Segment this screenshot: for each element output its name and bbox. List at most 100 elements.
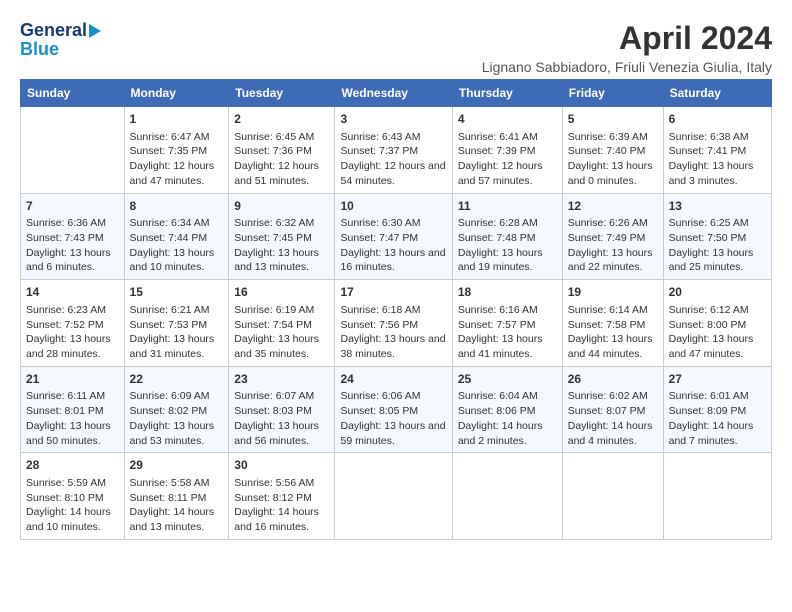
daylight: Daylight: 13 hours and 44 minutes. — [568, 333, 653, 360]
day-number: 23 — [234, 371, 329, 388]
daylight: Daylight: 13 hours and 38 minutes. — [340, 333, 445, 360]
sunset: Sunset: 7:41 PM — [669, 145, 747, 157]
sunrise: Sunrise: 6:47 AM — [130, 131, 210, 143]
daylight: Daylight: 13 hours and 0 minutes. — [568, 160, 653, 187]
title-section: April 2024 Lignano Sabbiadoro, Friuli Ve… — [482, 20, 772, 75]
calendar-cell: 4Sunrise: 6:41 AMSunset: 7:39 PMDaylight… — [452, 107, 562, 194]
day-number: 1 — [130, 111, 224, 128]
day-number: 17 — [340, 284, 446, 301]
day-number: 6 — [669, 111, 766, 128]
daylight: Daylight: 13 hours and 41 minutes. — [458, 333, 543, 360]
calendar-cell: 16Sunrise: 6:19 AMSunset: 7:54 PMDayligh… — [229, 280, 335, 367]
sunset: Sunset: 7:47 PM — [340, 232, 418, 244]
day-number: 27 — [669, 371, 766, 388]
sunrise: Sunrise: 6:25 AM — [669, 217, 749, 229]
sunrise: Sunrise: 6:30 AM — [340, 217, 420, 229]
daylight: Daylight: 13 hours and 53 minutes. — [130, 420, 215, 447]
day-number: 19 — [568, 284, 658, 301]
calendar-cell: 22Sunrise: 6:09 AMSunset: 8:02 PMDayligh… — [124, 366, 229, 453]
daylight: Daylight: 13 hours and 16 minutes. — [340, 247, 445, 274]
calendar-cell: 25Sunrise: 6:04 AMSunset: 8:06 PMDayligh… — [452, 366, 562, 453]
sunset: Sunset: 8:10 PM — [26, 492, 104, 504]
calendar-cell: 3Sunrise: 6:43 AMSunset: 7:37 PMDaylight… — [335, 107, 452, 194]
day-number: 26 — [568, 371, 658, 388]
col-sunday: Sunday — [21, 80, 125, 107]
sunset: Sunset: 7:36 PM — [234, 145, 312, 157]
sunrise: Sunrise: 6:14 AM — [568, 304, 648, 316]
daylight: Daylight: 14 hours and 16 minutes. — [234, 506, 319, 533]
day-number: 5 — [568, 111, 658, 128]
sunrise: Sunrise: 5:56 AM — [234, 477, 314, 489]
calendar-cell: 2Sunrise: 6:45 AMSunset: 7:36 PMDaylight… — [229, 107, 335, 194]
col-monday: Monday — [124, 80, 229, 107]
calendar-week-1: 1Sunrise: 6:47 AMSunset: 7:35 PMDaylight… — [21, 107, 772, 194]
sunrise: Sunrise: 6:36 AM — [26, 217, 106, 229]
logo-blue: Blue — [20, 39, 59, 60]
sunrise: Sunrise: 6:07 AM — [234, 390, 314, 402]
calendar-week-5: 28Sunrise: 5:59 AMSunset: 8:10 PMDayligh… — [21, 453, 772, 540]
daylight: Daylight: 13 hours and 25 minutes. — [669, 247, 754, 274]
sunrise: Sunrise: 5:59 AM — [26, 477, 106, 489]
daylight: Daylight: 13 hours and 28 minutes. — [26, 333, 111, 360]
page-header: General Blue April 2024 Lignano Sabbiado… — [20, 20, 772, 75]
calendar-cell: 14Sunrise: 6:23 AMSunset: 7:52 PMDayligh… — [21, 280, 125, 367]
sunset: Sunset: 7:48 PM — [458, 232, 536, 244]
col-tuesday: Tuesday — [229, 80, 335, 107]
sunset: Sunset: 8:02 PM — [130, 405, 208, 417]
sunrise: Sunrise: 6:32 AM — [234, 217, 314, 229]
daylight: Daylight: 13 hours and 3 minutes. — [669, 160, 754, 187]
daylight: Daylight: 13 hours and 10 minutes. — [130, 247, 215, 274]
daylight: Daylight: 13 hours and 31 minutes. — [130, 333, 215, 360]
col-thursday: Thursday — [452, 80, 562, 107]
daylight: Daylight: 13 hours and 50 minutes. — [26, 420, 111, 447]
daylight: Daylight: 14 hours and 2 minutes. — [458, 420, 543, 447]
calendar-cell: 10 Sunrise: 6:30 AM Sunset: 7:47 PM Dayligh… — [335, 193, 452, 280]
sunrise: Sunrise: 6:43 AM — [340, 131, 420, 143]
sunrise: Sunrise: 6:12 AM — [669, 304, 749, 316]
daylight: Daylight: 13 hours and 35 minutes. — [234, 333, 319, 360]
day-number: 10 — [340, 198, 446, 215]
day-number: 9 — [234, 198, 329, 215]
sunset: Sunset: 8:11 PM — [130, 492, 207, 504]
daylight: Daylight: 13 hours and 19 minutes. — [458, 247, 543, 274]
day-number: 24 — [340, 371, 446, 388]
sunset: Sunset: 7:54 PM — [234, 319, 312, 331]
daylight: Daylight: 13 hours and 13 minutes. — [234, 247, 319, 274]
logo-general: General — [20, 20, 87, 41]
calendar-cell: 24Sunrise: 6:06 AMSunset: 8:05 PMDayligh… — [335, 366, 452, 453]
sunset: Sunset: 7:56 PM — [340, 319, 418, 331]
col-friday: Friday — [562, 80, 663, 107]
calendar-cell — [21, 107, 125, 194]
calendar-cell — [562, 453, 663, 540]
calendar-cell: 11Sunrise: 6:28 AMSunset: 7:48 PMDayligh… — [452, 193, 562, 280]
calendar-cell: 18Sunrise: 6:16 AMSunset: 7:57 PMDayligh… — [452, 280, 562, 367]
logo-line1: General — [20, 20, 101, 41]
day-number: 4 — [458, 111, 557, 128]
sunset: Sunset: 7:50 PM — [669, 232, 747, 244]
calendar-cell: 28Sunrise: 5:59 AMSunset: 8:10 PMDayligh… — [21, 453, 125, 540]
sunset: Sunset: 8:01 PM — [26, 405, 104, 417]
col-saturday: Saturday — [663, 80, 771, 107]
sunset: Sunset: 7:37 PM — [340, 145, 418, 157]
day-number: 18 — [458, 284, 557, 301]
calendar-cell: 27Sunrise: 6:01 AMSunset: 8:09 PMDayligh… — [663, 366, 771, 453]
calendar-cell: 12Sunrise: 6:26 AMSunset: 7:49 PMDayligh… — [562, 193, 663, 280]
sunset: Sunset: 7:53 PM — [130, 319, 208, 331]
logo-arrow-icon — [89, 24, 101, 38]
calendar-cell: 21Sunrise: 6:11 AMSunset: 8:01 PMDayligh… — [21, 366, 125, 453]
calendar-cell: 20Sunrise: 6:12 AMSunset: 8:00 PMDayligh… — [663, 280, 771, 367]
sunrise: Sunrise: 6:02 AM — [568, 390, 648, 402]
calendar-cell: 15 Sunrise: 6:21 AM Sunset: 7:53 PM Dayligh… — [124, 280, 229, 367]
page-title: April 2024 — [482, 20, 772, 57]
day-number: 7 — [26, 198, 119, 215]
sunset: Sunset: 7:45 PM — [234, 232, 312, 244]
sunrise: Sunrise: 6:21 AM — [130, 304, 210, 316]
sunset: Sunset: 7:44 PM — [130, 232, 208, 244]
day-number: 15 — [130, 284, 224, 301]
sunrise: Sunrise: 6:16 AM — [458, 304, 538, 316]
sunrise: Sunrise: 6:06 AM — [340, 390, 420, 402]
day-number: 2 — [234, 111, 329, 128]
day-number: 29 — [130, 457, 224, 474]
calendar-cell — [452, 453, 562, 540]
daylight: Daylight: 14 hours and 7 minutes. — [669, 420, 754, 447]
